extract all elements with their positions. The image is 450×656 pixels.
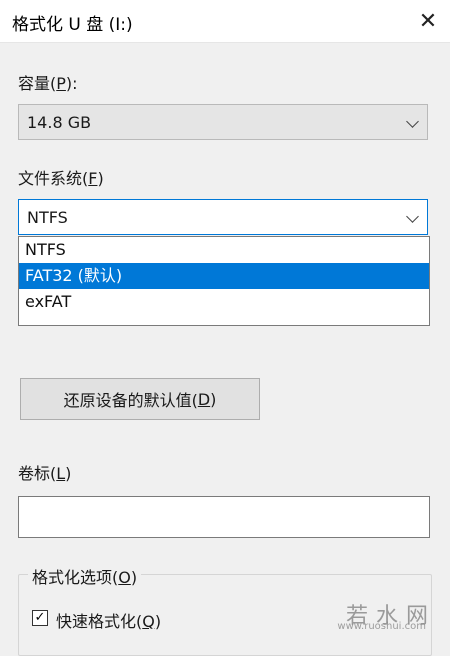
close-icon[interactable]: ✕ (406, 0, 450, 42)
volume-label-input[interactable] (18, 496, 430, 538)
volume-label-suffix: ) (65, 464, 72, 483)
quick-format-checkbox[interactable]: ✓ (32, 610, 48, 626)
capacity-label-text: 容量( (18, 74, 57, 93)
capacity-value: 14.8 GB (27, 113, 92, 132)
dropdown-option-ntfs[interactable]: NTFS (19, 237, 429, 263)
restore-defaults-suffix: ) (210, 389, 217, 409)
volume-label-accesskey: L (56, 464, 66, 483)
capacity-label: 容量(P): (18, 70, 78, 94)
volume-label-label: 卷标(L) (18, 460, 71, 484)
filesystem-select[interactable]: NTFS (18, 199, 428, 235)
filesystem-label-text: 文件系统( (18, 169, 89, 188)
restore-defaults-button[interactable]: 还原设备的默认值(D) (20, 378, 260, 420)
chevron-down-icon (406, 210, 419, 223)
filesystem-dropdown-list[interactable]: NTFS FAT32 (默认) exFAT (18, 236, 430, 326)
filesystem-value: NTFS (27, 208, 68, 227)
format-options-text: 格式化选项( (32, 568, 119, 587)
format-options-accesskey: O (118, 568, 131, 587)
quick-format-suffix: ) (154, 612, 162, 631)
restore-defaults-accesskey: D (197, 389, 211, 409)
format-options-label: 格式化选项(O) (28, 564, 142, 588)
capacity-select[interactable]: 14.8 GB (18, 104, 428, 140)
quick-format-accesskey: Q (142, 612, 155, 631)
format-options-suffix: ) (130, 568, 138, 587)
filesystem-label: 文件系统(F) (18, 165, 104, 189)
title-bar: 格式化 U 盘 (I:) ✕ (0, 0, 450, 43)
window-title: 格式化 U 盘 (I:) (12, 15, 133, 35)
capacity-label-suffix: ): (65, 74, 78, 93)
watermark-url: www.ruoshui.com (337, 621, 426, 632)
dropdown-option-exfat[interactable]: exFAT (19, 289, 429, 315)
volume-label-text: 卷标( (18, 464, 57, 483)
capacity-label-accesskey: P (56, 74, 66, 93)
quick-format-label[interactable]: 快速格式化(Q) (56, 608, 161, 632)
restore-defaults-label: 还原设备的默认值( (63, 391, 198, 410)
dropdown-option-fat32[interactable]: FAT32 (默认) (19, 263, 429, 289)
filesystem-label-suffix: ) (97, 169, 104, 188)
quick-format-text: 快速格式化( (56, 612, 143, 631)
chevron-down-icon (406, 115, 419, 128)
